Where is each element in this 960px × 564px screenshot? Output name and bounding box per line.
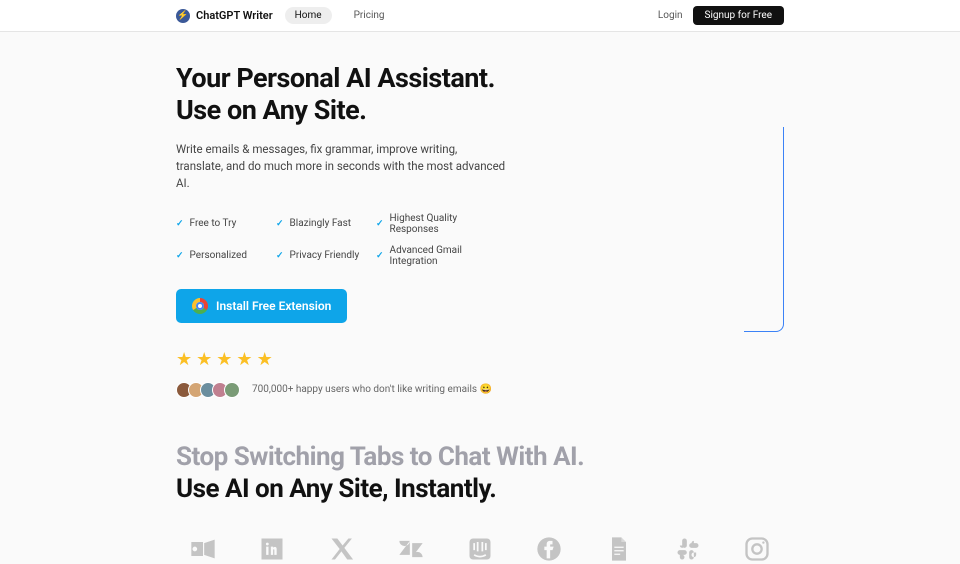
cta-label: Install Free Extension xyxy=(216,299,331,313)
header-left: ⚡ ChatGPT Writer Home Pricing xyxy=(176,7,395,24)
star-icon: ★ xyxy=(236,349,252,370)
star-icon: ★ xyxy=(216,349,232,370)
outlook-icon xyxy=(188,534,218,564)
social-proof-text: 700,000+ happy users who don't like writ… xyxy=(252,384,492,395)
brand-logos xyxy=(176,534,784,564)
demo-card-edge xyxy=(744,127,784,332)
brand-logo[interactable]: ⚡ ChatGPT Writer xyxy=(176,9,273,23)
login-link[interactable]: Login xyxy=(658,10,683,21)
feature-item: ✓Highest Quality Responses xyxy=(376,213,506,235)
nav-home[interactable]: Home xyxy=(285,7,332,24)
check-icon: ✓ xyxy=(276,251,284,261)
zendesk-icon xyxy=(396,534,426,564)
instagram-icon xyxy=(742,534,772,564)
star-icon: ★ xyxy=(196,349,212,370)
hero-title: Your Personal AI Assistant. Use on Any S… xyxy=(176,62,784,127)
section2-line1: Stop Switching Tabs to Chat With AI. xyxy=(176,442,784,472)
header-right: Login Signup for Free xyxy=(658,6,784,25)
chrome-icon xyxy=(192,298,208,314)
feature-item: ✓Personalized xyxy=(176,245,276,267)
google-docs-icon xyxy=(604,534,634,564)
check-icon: ✓ xyxy=(276,219,284,229)
star-icon: ★ xyxy=(176,349,192,370)
feature-item: ✓Privacy Friendly xyxy=(276,245,376,267)
social-proof: 700,000+ happy users who don't like writ… xyxy=(176,382,784,398)
section-switching: Stop Switching Tabs to Chat With AI. Use… xyxy=(0,398,960,564)
check-icon: ✓ xyxy=(376,219,384,229)
hero-subtitle: Write emails & messages, fix grammar, im… xyxy=(176,141,506,193)
check-icon: ✓ xyxy=(176,219,184,229)
hero-title-line2: Use on Any Site. xyxy=(176,94,784,126)
user-avatars xyxy=(176,382,240,398)
logo-icon: ⚡ xyxy=(176,9,190,23)
feature-list: ✓Free to Try ✓Blazingly Fast ✓Highest Qu… xyxy=(176,213,784,267)
hero-title-line1: Your Personal AI Assistant. xyxy=(176,62,495,94)
linkedin-icon xyxy=(257,534,287,564)
signup-button[interactable]: Signup for Free xyxy=(693,6,784,25)
nav-pricing[interactable]: Pricing xyxy=(344,7,395,24)
check-icon: ✓ xyxy=(376,251,384,261)
facebook-icon xyxy=(534,534,564,564)
feature-item: ✓Advanced Gmail Integration xyxy=(376,245,506,267)
x-twitter-icon xyxy=(327,534,357,564)
install-extension-button[interactable]: Install Free Extension xyxy=(176,289,347,323)
site-header: ⚡ ChatGPT Writer Home Pricing Login Sign… xyxy=(0,0,960,32)
slack-icon xyxy=(673,534,703,564)
intercom-icon xyxy=(465,534,495,564)
avatar xyxy=(224,382,240,398)
section2-line2: Use AI on Any Site, Instantly. xyxy=(176,474,784,504)
hero-section: Your Personal AI Assistant. Use on Any S… xyxy=(0,32,960,398)
feature-item: ✓Blazingly Fast xyxy=(276,213,376,235)
brand-name: ChatGPT Writer xyxy=(196,9,273,22)
feature-item: ✓Free to Try xyxy=(176,213,276,235)
check-icon: ✓ xyxy=(176,251,184,261)
star-rating: ★ ★ ★ ★ ★ xyxy=(176,349,784,370)
star-icon: ★ xyxy=(257,349,273,370)
